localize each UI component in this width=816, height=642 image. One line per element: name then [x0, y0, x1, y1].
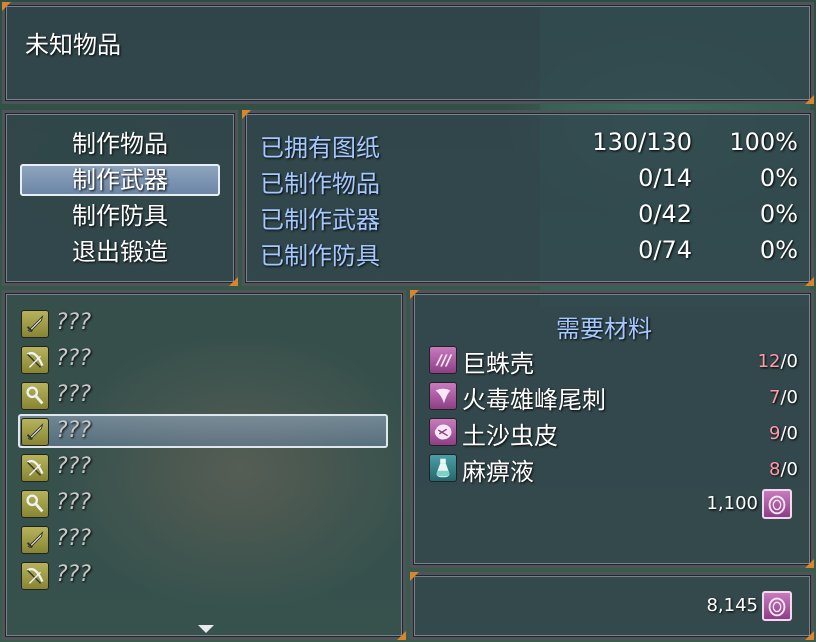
recipe-name: ??? — [56, 382, 92, 407]
stinger-icon — [429, 382, 457, 410]
command-craft-armor[interactable]: 制作防具 — [20, 200, 220, 232]
materials-heading: 需要材料 — [556, 315, 652, 343]
recipe-name: ??? — [56, 310, 92, 335]
recipe-name: ??? — [56, 346, 92, 371]
material-need: 9 — [769, 423, 781, 444]
staff-icon — [21, 382, 49, 410]
recipe-row-selected[interactable]: ??? — [20, 416, 380, 448]
stat-pct-items: 0% — [759, 164, 798, 192]
material-name: 巨蛛壳 — [462, 350, 534, 378]
recipe-row[interactable]: ??? — [20, 344, 380, 376]
material-count: 8/0 — [769, 459, 798, 480]
bow-icon — [21, 562, 49, 590]
stat-label-items: 已制作物品 — [260, 170, 380, 198]
item-title: 未知物品 — [25, 31, 121, 59]
craft-cost-value: 1,100 — [706, 493, 758, 514]
recipe-name: ??? — [56, 526, 92, 551]
material-need: 12 — [757, 351, 781, 372]
recipe-row[interactable]: ??? — [20, 488, 380, 520]
sword-icon — [21, 526, 49, 554]
stat-value-armor: 0/74 — [638, 236, 692, 264]
carapace-icon — [429, 346, 457, 374]
gold-value: 8,145 — [706, 595, 758, 616]
sword-icon — [21, 418, 49, 446]
currency-coin-icon — [762, 489, 792, 519]
recipe-row[interactable]: ??? — [20, 524, 380, 556]
stat-label-weapons: 已制作武器 — [260, 206, 380, 234]
recipe-row[interactable]: ??? — [20, 308, 380, 340]
stat-pct-armor: 0% — [759, 236, 798, 264]
recipe-row[interactable]: ??? — [20, 560, 380, 592]
stat-value-items: 0/14 — [638, 164, 692, 192]
bow-icon — [21, 346, 49, 374]
recipe-name: ??? — [56, 418, 92, 443]
stat-pct-blueprints: 100% — [729, 128, 798, 156]
material-row: 巨蛛壳 12/0 — [428, 344, 798, 378]
currency-coin-icon — [762, 591, 792, 621]
recipe-row[interactable]: ??? — [20, 380, 380, 412]
recipe-name: ??? — [56, 454, 92, 479]
title-window: 未知物品 — [2, 2, 814, 104]
stat-value-weapons: 0/42 — [638, 200, 692, 228]
material-row: 火毒雄峰尾刺 7/0 — [428, 380, 798, 414]
bow-icon — [21, 454, 49, 482]
material-count: 9/0 — [769, 423, 798, 444]
material-have: /0 — [780, 459, 798, 480]
stat-label-armor: 已制作防具 — [260, 242, 380, 270]
gold-display: 8,145 — [600, 590, 800, 622]
stat-value-blueprints: 130/130 — [592, 128, 692, 156]
recipe-name: ??? — [56, 562, 92, 587]
material-count: 12/0 — [758, 351, 798, 372]
craft-cost: 1,100 — [600, 488, 800, 520]
material-have: /0 — [780, 387, 798, 408]
stat-label-blueprints: 已拥有图纸 — [260, 134, 380, 162]
material-have: /0 — [780, 423, 798, 444]
stat-pct-weapons: 0% — [759, 200, 798, 228]
material-row: 土沙虫皮 9/0 — [428, 416, 798, 450]
material-need: 7 — [769, 387, 781, 408]
recipe-name: ??? — [56, 490, 92, 515]
material-name: 麻痹液 — [462, 458, 534, 486]
hide-icon — [429, 418, 457, 446]
material-have: /0 — [780, 351, 798, 372]
material-name: 火毒雄峰尾刺 — [462, 386, 606, 414]
command-exit-forge[interactable]: 退出锻造 — [20, 236, 220, 268]
scroll-down-arrow-icon[interactable] — [198, 625, 214, 633]
command-craft-weapon[interactable]: 制作武器 — [20, 164, 220, 196]
material-name: 土沙虫皮 — [462, 422, 558, 450]
command-craft-item[interactable]: 制作物品 — [20, 128, 220, 160]
material-need: 8 — [769, 459, 781, 480]
material-row: 麻痹液 8/0 — [428, 452, 798, 486]
material-count: 7/0 — [769, 387, 798, 408]
recipe-row[interactable]: ??? — [20, 452, 380, 484]
staff-icon — [21, 490, 49, 518]
potion-icon — [429, 454, 457, 482]
sword-icon — [21, 310, 49, 338]
